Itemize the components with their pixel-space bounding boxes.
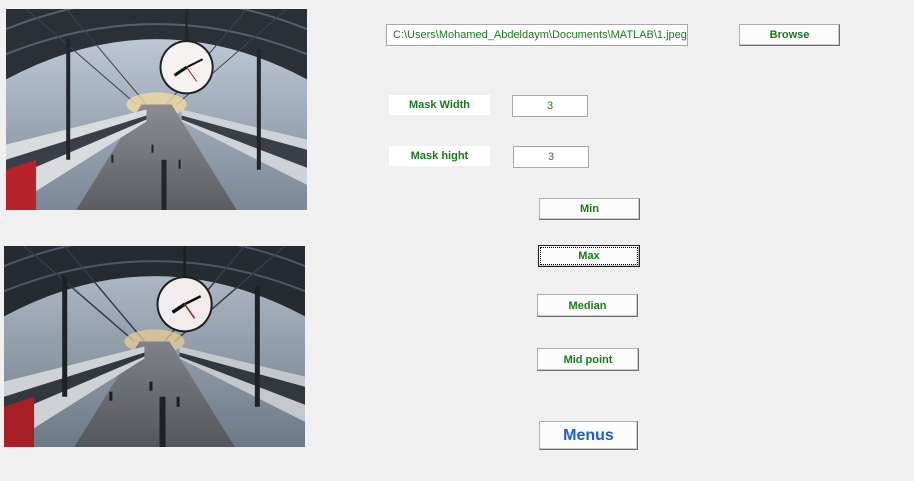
menus-button[interactable]: Menus xyxy=(539,421,638,450)
original-image xyxy=(6,9,307,210)
max-filter-button[interactable]: Max xyxy=(538,245,640,267)
median-filter-button[interactable]: Median xyxy=(537,294,638,317)
mask-height-label: Mask hight xyxy=(389,146,490,166)
file-path-field[interactable]: C:\Users\Mohamed_Abdeldaym\Documents\MAT… xyxy=(386,24,688,46)
filtered-image xyxy=(4,246,305,447)
midpoint-filter-button[interactable]: Mid point xyxy=(537,348,639,371)
train-station-photo-original xyxy=(6,9,307,210)
min-filter-button[interactable]: Min xyxy=(539,198,640,220)
mask-width-input[interactable]: 3 xyxy=(512,95,588,117)
mask-height-input[interactable]: 3 xyxy=(513,146,589,168)
mask-width-label: Mask Width xyxy=(389,95,490,115)
train-station-photo-filtered xyxy=(4,246,305,447)
browse-button[interactable]: Browse xyxy=(739,24,840,46)
